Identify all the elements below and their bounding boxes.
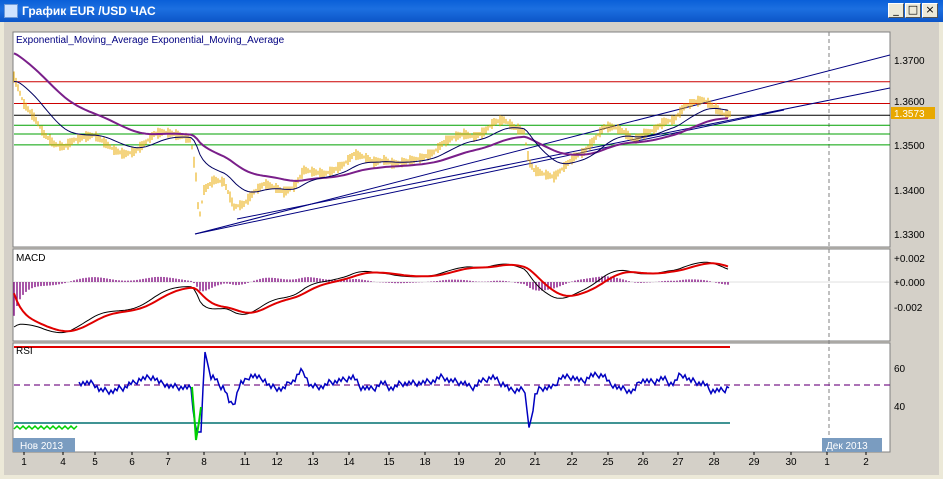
x-axis-day-label: 25 [602,457,614,468]
window-titlebar: График EUR /USD ЧАС _ □ × [0,0,943,22]
x-axis-day-label: 27 [672,457,684,468]
x-axis-day-label: 29 [748,457,760,468]
price-tick-label: 1.3500 [894,141,925,152]
x-axis-day-label: 4 [60,457,66,468]
close-button[interactable]: × [922,3,938,18]
x-axis-day-label: 2 [863,457,869,468]
chart-window-frame: 1.3573 1.3700 1.3600 1.3500 1.3400 1.330… [4,22,939,475]
x-axis-day-label: 8 [201,457,207,468]
chart-canvas[interactable]: 1.3573 1.3700 1.3600 1.3500 1.3400 1.330… [4,22,939,475]
x-axis-day-label: 19 [453,457,465,468]
price-tick-label: 1.3600 [894,97,925,108]
rsi-label: RSI [16,346,33,357]
x-axis-day-label: 20 [494,457,506,468]
indicator-label: Exponential_Moving_Average Exponential_M… [16,35,285,46]
macd-label: MACD [16,253,45,264]
x-axis-day-label: 18 [419,457,431,468]
x-axis-day-label: 13 [307,457,319,468]
macd-tick-label: -0.002 [894,303,923,314]
price-tick-label: 1.3700 [894,56,925,67]
price-tick-label: 1.3300 [894,230,925,241]
x-axis-day-label: 5 [92,457,98,468]
macd-panel[interactable] [12,248,891,342]
x-axis-day-label: 1 [21,457,27,468]
maximize-button[interactable]: □ [905,3,921,18]
month-label: Дек 2013 [826,441,868,452]
x-axis-day-label: 28 [708,457,720,468]
month-label: Нов 2013 [20,441,64,452]
x-axis-day-label: 12 [271,457,283,468]
x-axis-day-label: 11 [240,457,251,468]
x-axis-day-label: 1 [824,457,830,468]
x-axis-day-label: 14 [343,457,355,468]
rsi-panel[interactable] [12,342,891,453]
x-axis-day-label: 21 [529,457,541,468]
x-axis-labels: 1 4 5 6 7 8 11 12 13 14 15 18 19 20 21 22 25 26 27 28 29 30 1 2 [21,452,869,468]
x-axis-day-label: 26 [637,457,649,468]
rsi-tick-label: 60 [894,364,906,375]
x-axis-day-label: 30 [785,457,797,468]
rsi-tick-label: 40 [894,402,906,413]
window-title: График EUR /USD ЧАС [22,4,156,18]
minimize-button[interactable]: _ [888,3,904,18]
chart-window-icon [4,4,18,18]
current-price-label: 1.3573 [894,109,925,120]
x-axis-day-label: 15 [383,457,395,468]
x-axis-day-label: 22 [566,457,578,468]
price-tick-label: 1.3400 [894,186,925,197]
x-axis-day-label: 7 [165,457,171,468]
macd-tick-label: +0.002 [894,254,925,265]
x-axis-day-label: 6 [129,457,135,468]
macd-tick-label: +0.000 [894,278,925,289]
